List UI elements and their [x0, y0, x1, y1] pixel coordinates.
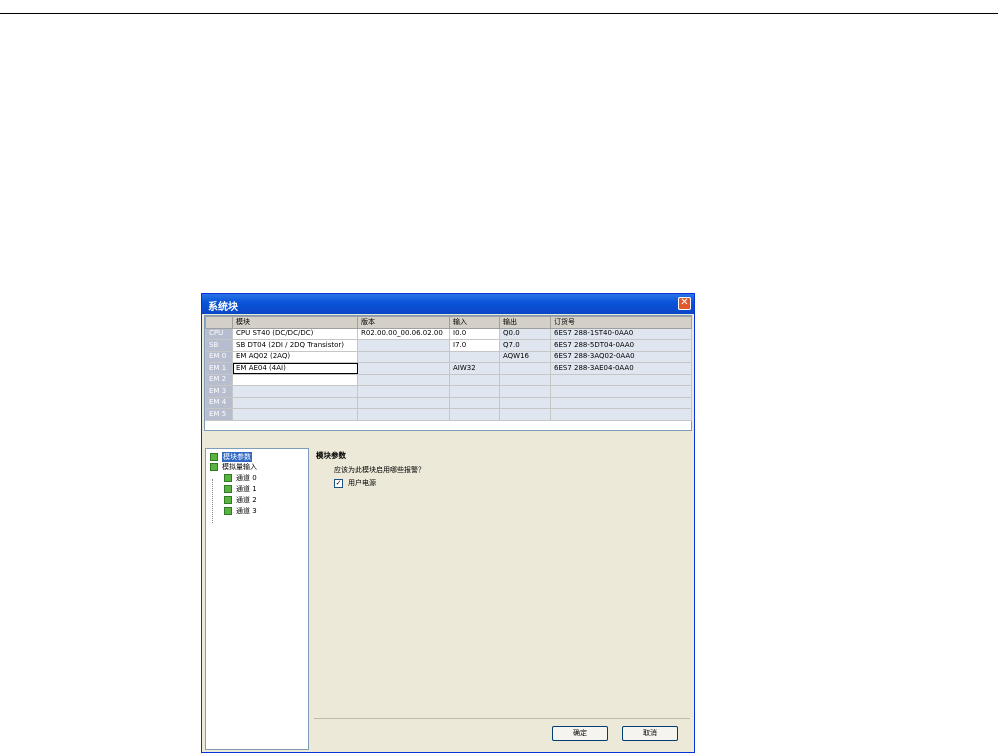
tree-item-label: 通道 0 [236, 473, 257, 482]
tree-item-label: 模拟量输入 [222, 462, 257, 471]
table-row[interactable]: EM 1 EM AE04 (4AI) AIW32 6ES7 288-3AE04-… [205, 362, 692, 375]
close-icon[interactable]: ✕ [678, 297, 691, 310]
module-grid: 模块 版本 输入 输出 订货号 CPU CPU ST40 (DC/DC/DC) … [204, 315, 692, 431]
tree-item-module-params[interactable]: 模块参数 [210, 451, 252, 462]
tree-item-channel-1[interactable]: 通道 1 [224, 484, 257, 493]
title-bar[interactable]: 系统块 ✕ [202, 294, 694, 314]
row-header-em2[interactable]: EM 2 [205, 373, 233, 386]
input-cell[interactable]: I0.0 [449, 327, 500, 340]
output-cell[interactable] [499, 385, 551, 398]
cancel-button[interactable]: 取消 [622, 726, 678, 741]
row-header-em5[interactable]: EM 5 [205, 408, 233, 421]
column-header-order-number[interactable]: 订货号 [550, 316, 692, 329]
channel-icon [224, 484, 232, 493]
input-cell[interactable]: I7.0 [449, 339, 500, 352]
version-cell[interactable] [357, 408, 450, 421]
tree-item-analog-input[interactable]: 模拟量输入 [210, 462, 257, 471]
row-header-cpu[interactable]: CPU [205, 327, 233, 340]
tree-item-label: 通道 3 [236, 506, 257, 515]
user-power-checkbox[interactable]: ✓ [334, 478, 343, 488]
input-cell[interactable]: AIW32 [449, 362, 500, 375]
order-cell[interactable]: 6ES7 288-3AE04-0AA0 [550, 362, 692, 375]
module-cell[interactable] [232, 396, 358, 409]
module-cell-selected[interactable]: EM AE04 (4AI) [232, 362, 358, 375]
row-header-sb[interactable]: SB [205, 339, 233, 352]
table-row[interactable]: EM 0 EM AQ02 (2AQ) AQW16 6ES7 288-3AQ02-… [205, 350, 692, 363]
tree-item-label: 通道 2 [236, 495, 257, 504]
order-cell[interactable]: 6ES7 288-3AQ02-0AA0 [550, 350, 692, 363]
input-cell[interactable] [449, 396, 500, 409]
module-cell[interactable]: CPU ST40 (DC/DC/DC) [232, 327, 358, 340]
output-cell[interactable]: Q7.0 [499, 339, 551, 352]
folder-icon [210, 462, 218, 471]
version-cell[interactable] [357, 396, 450, 409]
tree-item-channel-2[interactable]: 通道 2 [224, 495, 257, 504]
table-row[interactable]: EM 3 [205, 385, 692, 398]
version-cell[interactable] [357, 350, 450, 363]
system-block-dialog: 系统块 ✕ 模块 版本 输入 输出 订货号 CPU CPU ST40 (DC/D… [201, 293, 695, 753]
row-header-em3[interactable]: EM 3 [205, 385, 233, 398]
ok-button[interactable]: 确定 [552, 726, 608, 741]
version-cell[interactable] [357, 339, 450, 352]
alarm-question: 应该为此模块启用哪些报警？ [334, 466, 425, 474]
channel-icon [224, 506, 232, 515]
tree-item-label: 通道 1 [236, 484, 257, 493]
row-header-em1[interactable]: EM 1 [205, 362, 233, 375]
user-power-option[interactable]: ✓ 用户电源 [334, 478, 376, 488]
module-table: 模块 版本 输入 输出 订货号 CPU CPU ST40 (DC/DC/DC) … [205, 316, 692, 421]
row-header-em4[interactable]: EM 4 [205, 396, 233, 409]
version-cell[interactable]: R02.00.00_00.06.02.00 [357, 327, 450, 340]
column-header-output[interactable]: 输出 [499, 316, 551, 329]
order-cell[interactable]: 6ES7 288-5DT04-0AA0 [550, 339, 692, 352]
table-row[interactable]: EM 5 [205, 408, 692, 421]
column-header-input[interactable]: 输入 [449, 316, 500, 329]
output-cell[interactable] [499, 396, 551, 409]
input-cell[interactable] [449, 408, 500, 421]
module-icon [210, 452, 218, 461]
tree-item-label: 模块参数 [222, 451, 252, 462]
order-cell[interactable] [550, 373, 692, 386]
tree-item-channel-0[interactable]: 通道 0 [224, 473, 257, 482]
output-cell[interactable] [499, 373, 551, 386]
order-cell[interactable] [550, 408, 692, 421]
version-cell[interactable] [357, 362, 450, 375]
column-header-version[interactable]: 版本 [357, 316, 450, 329]
module-cell[interactable] [232, 373, 358, 386]
module-cell[interactable]: SB DT04 (2DI / 2DQ Transistor) [232, 339, 358, 352]
page-top-rule [0, 13, 998, 14]
input-cell[interactable] [449, 373, 500, 386]
row-header-em0[interactable]: EM 0 [205, 350, 233, 363]
output-cell[interactable] [499, 408, 551, 421]
tree-item-channel-3[interactable]: 通道 3 [224, 506, 257, 515]
column-header-row-id [205, 316, 233, 329]
parameter-tree: 模块参数 模拟量输入 通道 0 通道 1 通道 2 通道 3 [205, 448, 309, 750]
channel-icon [224, 495, 232, 504]
output-cell[interactable]: AQW16 [499, 350, 551, 363]
dialog-title: 系统块 [208, 302, 238, 313]
output-cell[interactable] [499, 362, 551, 375]
version-cell[interactable] [357, 373, 450, 386]
module-cell[interactable]: EM AQ02 (2AQ) [232, 350, 358, 363]
user-power-label: 用户电源 [348, 479, 376, 487]
input-cell[interactable] [449, 350, 500, 363]
table-row[interactable]: EM 4 [205, 396, 692, 409]
input-cell[interactable] [449, 385, 500, 398]
table-row[interactable]: CPU CPU ST40 (DC/DC/DC) R02.00.00_00.06.… [205, 327, 692, 340]
module-cell[interactable] [232, 385, 358, 398]
table-row[interactable]: EM 2 [205, 373, 692, 386]
parameter-panel: 模块参数 应该为此模块启用哪些报警？ ✓ 用户电源 [314, 448, 690, 718]
panel-title: 模块参数 [316, 451, 346, 460]
table-header-row: 模块 版本 输入 输出 订货号 [205, 316, 692, 329]
order-cell[interactable]: 6ES7 288-1ST40-0AA0 [550, 327, 692, 340]
channel-icon [224, 473, 232, 482]
output-cell[interactable]: Q0.0 [499, 327, 551, 340]
column-header-module[interactable]: 模块 [232, 316, 358, 329]
order-cell[interactable] [550, 396, 692, 409]
button-separator [314, 718, 690, 719]
table-row[interactable]: SB SB DT04 (2DI / 2DQ Transistor) I7.0 Q… [205, 339, 692, 352]
order-cell[interactable] [550, 385, 692, 398]
module-cell[interactable] [232, 408, 358, 421]
version-cell[interactable] [357, 385, 450, 398]
